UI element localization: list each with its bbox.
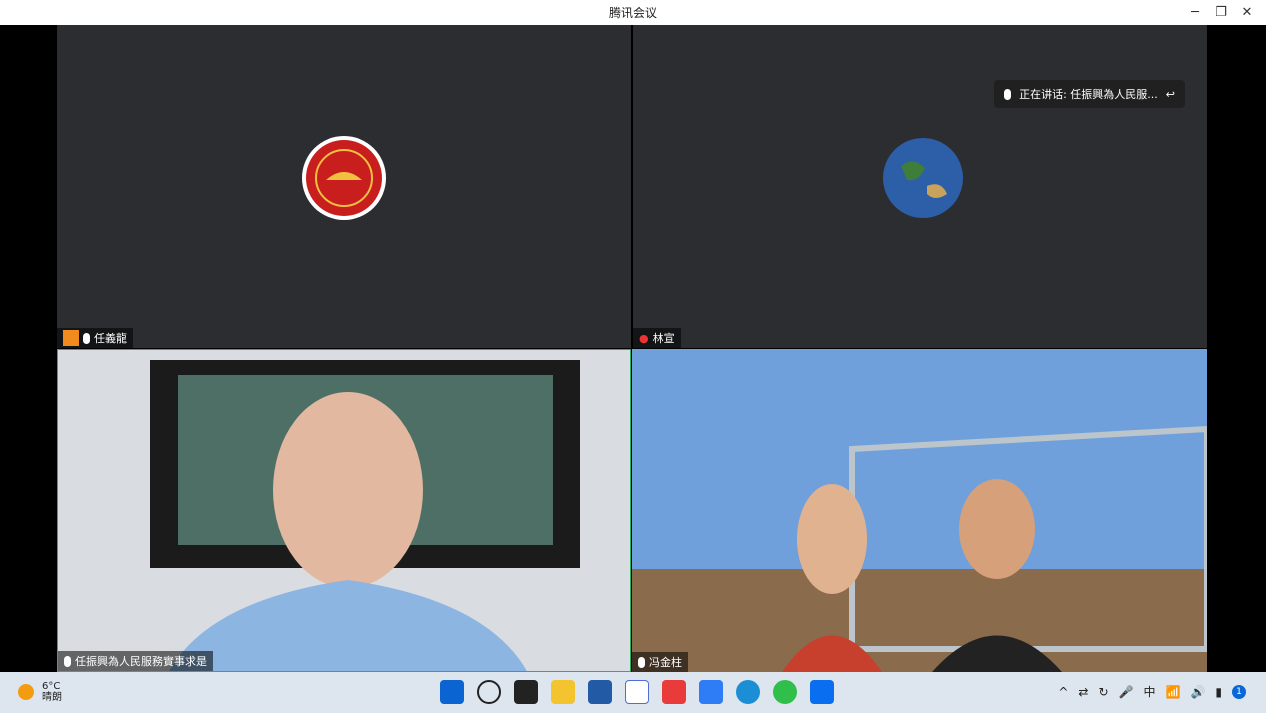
participant-tile[interactable]: 冯金柱 [632,349,1207,672]
battery-icon[interactable]: ▮ [1215,685,1222,699]
windows-start-icon[interactable] [440,680,464,704]
mic-icon [64,655,71,667]
participant-tile[interactable]: ● 林宣 正在讲话: 任振興為人民服... ↩ [633,25,1207,348]
cloud-icon[interactable] [699,680,723,704]
red-seal-avatar [302,136,386,220]
mic-icon [83,332,90,344]
mic-icon [1004,88,1012,100]
close-icon[interactable]: ✕ [1236,3,1258,21]
chevron-up-icon[interactable]: ^ [1058,685,1068,699]
participant-tile[interactable]: 任義龍 [57,25,631,348]
task-view-icon[interactable] [514,680,538,704]
weather-desc: 晴朗 [42,692,62,703]
wechat-icon[interactable] [773,680,797,704]
muted-mic-icon: ● [639,331,649,345]
speaking-indicator: 正在讲话: 任振興為人民服... ↩ [994,80,1185,108]
taskbar: 6°C 晴朗 ^ ⇄ ↻ 🎤 中 📶 🔊 ▮ 1 [0,672,1266,713]
man-in-office [58,350,630,671]
couple-outdoors [632,349,1207,672]
person-icon [63,330,79,346]
weather-temp: 6°C [42,681,61,692]
participant-name: 林宣 [652,332,675,345]
tencent-meeting-icon[interactable] [810,680,834,704]
file-explorer-icon[interactable] [551,680,575,704]
network-sync-icon[interactable]: ⇄ [1078,685,1088,699]
volume-icon[interactable]: 🔊 [1190,685,1205,699]
participant-name: 冯金柱 [649,656,682,669]
weather-widget[interactable]: 6°C 晴朗 [18,681,62,703]
edge-icon[interactable] [736,680,760,704]
participant-nametag: 冯金柱 [632,652,688,672]
earth-avatar [881,136,965,220]
participant-nametag: ● 林宣 [633,328,681,348]
store-icon[interactable] [588,680,612,704]
sun-icon [18,684,34,700]
sync-icon[interactable]: ↻ [1098,685,1108,699]
mic-tray-icon[interactable]: 🎤 [1119,685,1134,699]
app-icon[interactable] [625,680,649,704]
reply-icon[interactable]: ↩ [1166,88,1175,101]
meeting-window: 腾讯会议 ─ ❐ ✕ 任義龍 ● 林宣 正在讲话: 任振興為人民服... ↩ 任… [0,0,1266,672]
taskbar-apps [440,680,834,704]
restore-icon[interactable]: ❐ [1210,3,1232,21]
participant-name: 任義龍 [94,332,127,345]
minimize-icon[interactable]: ─ [1184,3,1206,21]
participant-nametag: 任振興為人民服務實事求是 [58,651,213,671]
browser-red-icon[interactable] [662,680,686,704]
video-grid: 任義龍 ● 林宣 正在讲话: 任振興為人民服... ↩ 任振興為人民服務實事求是… [57,25,1207,672]
mic-icon [638,656,645,668]
participant-tile-active[interactable]: 任振興為人民服務實事求是 [57,349,631,672]
system-tray: ^ ⇄ ↻ 🎤 中 📶 🔊 ▮ 1 [1058,683,1246,700]
title-bar: 腾讯会议 ─ ❐ ✕ [0,0,1266,25]
search-icon[interactable] [477,680,501,704]
wifi-icon[interactable]: 📶 [1165,685,1180,699]
window-title: 腾讯会议 [608,6,657,20]
speaking-text: 正在讲话: 任振興為人民服... [1019,88,1158,101]
participant-name: 任振興為人民服務實事求是 [75,655,207,668]
participant-nametag: 任義龍 [57,328,133,348]
ime-indicator[interactable]: 中 [1143,683,1155,700]
notification-badge[interactable]: 1 [1232,684,1246,699]
